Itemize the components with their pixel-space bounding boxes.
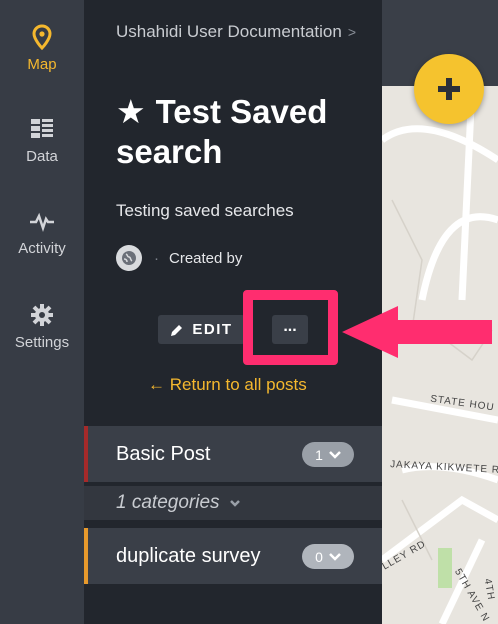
post-count-badge[interactable]: 0 <box>302 544 354 569</box>
survey-row-basic-post[interactable]: Basic Post 1 <box>84 426 382 482</box>
creator-info: · Created by <box>116 245 242 271</box>
avatar <box>116 245 142 271</box>
chevron-down-icon <box>229 499 240 507</box>
annotation-arrow <box>342 306 492 358</box>
nav-label-activity: Activity <box>18 240 66 257</box>
chevron-down-icon <box>329 552 341 561</box>
gear-icon <box>31 304 53 326</box>
survey-row-duplicate[interactable]: duplicate survey 0 <box>84 528 382 584</box>
return-link-label: Return to all posts <box>169 375 307 394</box>
arrow-left-icon: ← <box>148 375 165 394</box>
nav-item-activity[interactable]: Activity <box>0 208 84 257</box>
nav-label-map: Map <box>27 56 57 73</box>
post-count: 0 <box>315 548 323 565</box>
breadcrumb[interactable]: Ushahidi User Documentation > <box>116 20 366 44</box>
edit-button-label: EDIT <box>192 321 233 338</box>
created-by-label: Created by <box>169 249 243 267</box>
return-to-posts-link[interactable]: ← Return to all posts <box>148 375 307 395</box>
separator-dot: · <box>154 249 159 267</box>
page-title-text: Test Saved search <box>116 93 328 170</box>
breadcrumb-deployment[interactable]: Ushahidi User Documentation <box>116 22 342 41</box>
pencil-icon <box>171 324 183 336</box>
globe-icon <box>122 251 136 265</box>
categories-label: 1 categories <box>116 492 220 513</box>
activity-pulse-icon <box>30 212 54 232</box>
nav-item-map[interactable]: Map <box>0 24 84 73</box>
post-count-badge[interactable]: 1 <box>302 442 354 467</box>
nav-item-settings[interactable]: Settings <box>0 302 84 351</box>
breadcrumb-separator: > <box>347 24 357 40</box>
survey-name: duplicate survey <box>116 544 261 567</box>
map-pin-icon <box>32 24 52 50</box>
add-post-button[interactable] <box>414 54 484 124</box>
survey-name: Basic Post <box>116 442 211 465</box>
star-icon[interactable]: ★ <box>116 93 146 130</box>
nav-label-data: Data <box>26 148 58 165</box>
highlight-box <box>243 290 338 365</box>
saved-search-description: Testing saved searches <box>116 201 294 220</box>
plus-icon <box>438 78 460 100</box>
post-count: 1 <box>315 446 323 463</box>
nav-label-settings: Settings <box>14 334 70 351</box>
nav-item-data[interactable]: Data <box>0 116 84 165</box>
edit-button[interactable]: EDIT <box>158 315 245 344</box>
page-title: ★ Test Saved search <box>116 92 374 172</box>
chevron-down-icon <box>329 450 341 459</box>
main-nav-rail: Map Data Activity Settings <box>0 0 84 624</box>
categories-row[interactable]: 1 categories <box>84 486 382 520</box>
data-grid-icon <box>31 119 53 138</box>
